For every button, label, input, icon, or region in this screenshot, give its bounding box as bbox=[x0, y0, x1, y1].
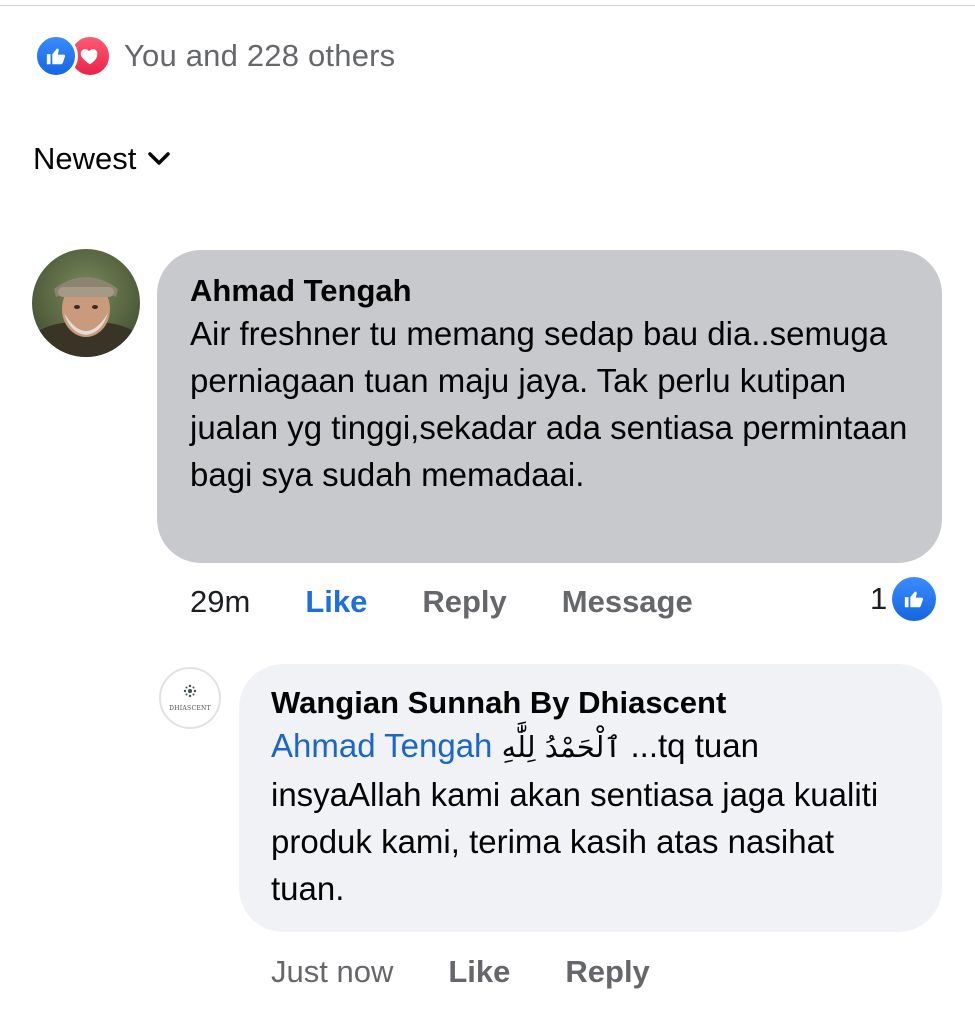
sort-label: Newest bbox=[33, 141, 137, 176]
comment-author[interactable]: Ahmad Tengah bbox=[190, 272, 910, 310]
mention-link[interactable]: Ahmad Tengah bbox=[271, 727, 492, 764]
reactions-count-text: You and 228 others bbox=[124, 38, 396, 73]
comment-sort-dropdown[interactable]: Newest bbox=[33, 141, 171, 177]
brand-logo-icon bbox=[183, 684, 197, 703]
avatar[interactable]: DHIASCENT bbox=[159, 667, 221, 729]
comment-timestamp[interactable]: 29m bbox=[190, 584, 250, 620]
like-icon bbox=[892, 577, 937, 621]
like-button[interactable]: Like bbox=[305, 584, 367, 620]
reply-button[interactable]: Reply bbox=[422, 584, 506, 620]
reply-bubble: Wangian Sunnah By Dhiascent Ahmad Tengah… bbox=[239, 664, 942, 932]
comment-text: Ahmad Tengah ٱلْحَمْدُ لِلَّٰهِ ...tq tu… bbox=[271, 722, 912, 912]
arabic-phrase: ٱلْحَمْدُ لِلَّٰهِ bbox=[501, 730, 622, 764]
avatar[interactable] bbox=[32, 249, 140, 357]
like-count-number: 1 bbox=[870, 581, 888, 616]
comment-author[interactable]: Wangian Sunnah By Dhiascent bbox=[271, 684, 912, 722]
message-button[interactable]: Message bbox=[562, 584, 693, 620]
brand-logo-text: DHIASCENT bbox=[169, 705, 211, 712]
comment-text: Air freshner tu memang sedap bau dia..se… bbox=[190, 315, 908, 493]
comment-like-count[interactable]: 1 bbox=[870, 577, 937, 621]
like-button[interactable]: Like bbox=[448, 954, 510, 990]
top-divider bbox=[0, 5, 975, 6]
comment-timestamp[interactable]: Just now bbox=[271, 954, 393, 990]
reply-button[interactable]: Reply bbox=[565, 954, 649, 990]
comment-actions: 29m Like Reply Message bbox=[190, 580, 693, 624]
like-reaction-icon bbox=[34, 34, 78, 78]
comment-bubble: Ahmad Tengah Air freshner tu memang seda… bbox=[157, 250, 942, 563]
chevron-down-icon bbox=[148, 152, 171, 166]
reactions-summary[interactable]: You and 228 others bbox=[34, 34, 395, 78]
reply-actions: Just now Like Reply bbox=[271, 950, 650, 994]
